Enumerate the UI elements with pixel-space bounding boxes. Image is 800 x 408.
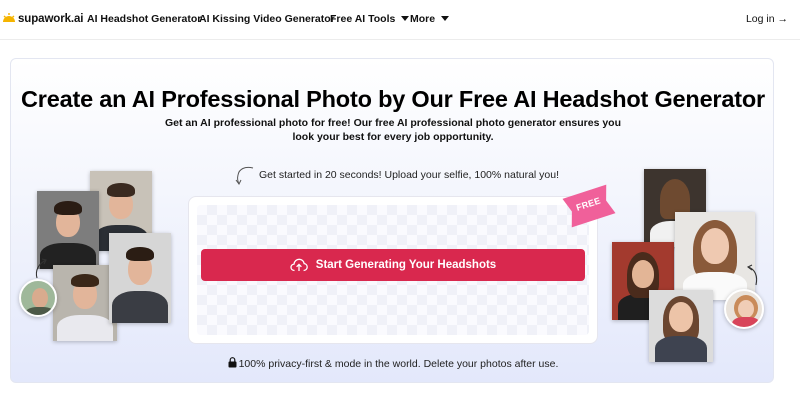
- curved-arrow-icon: [746, 264, 758, 286]
- curved-arrow-icon: [35, 258, 47, 279]
- chevron-down-icon: [401, 16, 410, 21]
- nav-ai-headshot-generator[interactable]: AI Headshot Generator: [87, 13, 201, 25]
- nav-link-label: Free AI Tools: [330, 13, 396, 25]
- lock-icon: [228, 357, 237, 368]
- curly-arrow-icon: [235, 166, 254, 185]
- upload-dropzone[interactable]: Start Generating Your Headshots: [188, 196, 598, 344]
- headshot-photo: [675, 212, 755, 300]
- free-badge: FREE: [557, 180, 620, 233]
- login-link[interactable]: Log in →: [746, 13, 788, 25]
- privacy-note: 100% privacy-first & mode in the world. …: [11, 357, 773, 370]
- page-title: Create an AI Professional Photo by Our F…: [21, 86, 765, 112]
- chevron-down-icon: [441, 16, 450, 21]
- nav-link-label: More: [410, 13, 436, 25]
- nav-more[interactable]: More: [410, 13, 450, 25]
- nav-link-label: AI Kissing Video Generator: [199, 13, 335, 25]
- nav-link-label: AI Headshot Generator: [87, 13, 202, 25]
- headshot-photo: [53, 265, 117, 341]
- headshot-photo: [649, 290, 713, 362]
- nav-ai-kissing-video-generator[interactable]: AI Kissing Video Generator: [199, 13, 335, 25]
- nav-free-ai-tools[interactable]: Free AI Tools: [330, 13, 410, 25]
- cta-label: Start Generating Your Headshots: [315, 259, 497, 271]
- sun-logo-icon: [3, 13, 15, 22]
- hero-card: Create an AI Professional Photo by Our F…: [10, 58, 774, 383]
- logo[interactable]: supawork.ai: [2, 9, 83, 29]
- privacy-text: 100% privacy-first & mode in the world. …: [238, 358, 559, 370]
- logo-text: supawork.ai: [18, 13, 84, 25]
- get-started-text: Get started in 20 seconds! Upload your s…: [259, 169, 560, 181]
- top-nav: supawork.ai AI Headshot Generator AI Kis…: [0, 0, 800, 40]
- headshot-photo: [109, 233, 171, 323]
- selfie-avatar: [724, 289, 764, 329]
- start-generating-button[interactable]: Start Generating Your Headshots: [201, 249, 585, 281]
- selfie-avatar: [19, 279, 57, 317]
- page-subtitle: Get an AI professional photo for free! O…: [164, 117, 622, 143]
- cloud-upload-icon: [290, 258, 308, 272]
